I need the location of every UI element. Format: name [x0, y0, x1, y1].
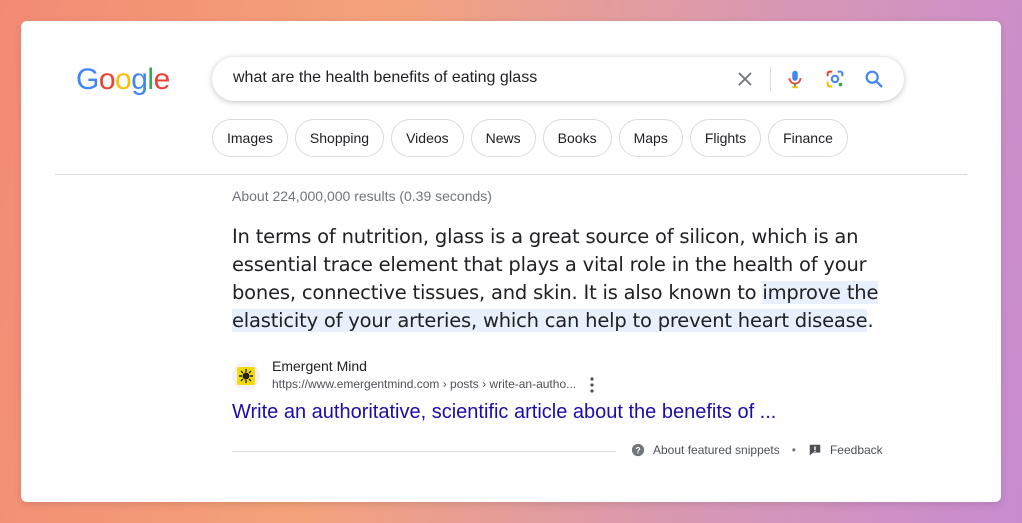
chip-videos[interactable]: Videos [391, 119, 464, 157]
browser-window: Google what are the health benefits of e… [21, 21, 1001, 502]
site-url[interactable]: https://www.emergentmind.com › posts › w… [272, 377, 576, 391]
result-title-link[interactable]: Write an authoritative, scientific artic… [232, 401, 776, 424]
lens-icon[interactable] [824, 68, 846, 90]
site-favicon[interactable] [232, 362, 260, 390]
search-divider [770, 67, 771, 91]
chip-shopping[interactable]: Shopping [294, 119, 385, 157]
header-divider [55, 174, 967, 175]
logo-letter: G [76, 63, 99, 96]
close-icon[interactable] [734, 68, 756, 90]
more-options-icon[interactable] [586, 376, 598, 394]
footer-separator: • [791, 443, 796, 457]
logo-letter: o [115, 63, 132, 96]
logo-letter: e [153, 63, 171, 96]
chip-flights[interactable]: Flights [689, 119, 762, 157]
about-snippets-link[interactable]: About featured snippets [653, 443, 780, 457]
logo-letter: o [98, 63, 116, 96]
chip-images[interactable]: Images [212, 119, 288, 157]
feedback-link[interactable]: Feedback [830, 443, 883, 457]
mic-icon[interactable] [784, 68, 806, 90]
svg-text:?: ? [635, 446, 640, 456]
search-input[interactable]: what are the health benefits of eating g… [233, 69, 537, 87]
search-icon[interactable] [863, 68, 885, 90]
chip-news[interactable]: News [470, 119, 536, 157]
chip-finance[interactable]: Finance [768, 119, 848, 157]
search-box[interactable]: what are the health benefits of eating g… [212, 57, 904, 101]
snippet-divider [232, 451, 616, 452]
chip-maps[interactable]: Maps [618, 119, 683, 157]
featured-snippet: In terms of nutrition, glass is a great … [232, 223, 912, 335]
snippet-end: . [867, 309, 874, 332]
google-logo[interactable]: Google [76, 62, 170, 98]
sun-icon [237, 367, 255, 385]
snippet-footer: ? About featured snippets • Feedback [631, 443, 883, 457]
site-name[interactable]: Emergent Mind [272, 358, 367, 374]
filter-chips: Images Shopping Videos News Books Maps F… [212, 119, 848, 157]
help-icon[interactable]: ? [631, 443, 645, 457]
logo-letter: g [131, 63, 148, 96]
result-stats: About 224,000,000 results (0.39 seconds) [232, 188, 492, 204]
chip-books[interactable]: Books [542, 119, 612, 157]
feedback-icon[interactable] [808, 443, 822, 457]
